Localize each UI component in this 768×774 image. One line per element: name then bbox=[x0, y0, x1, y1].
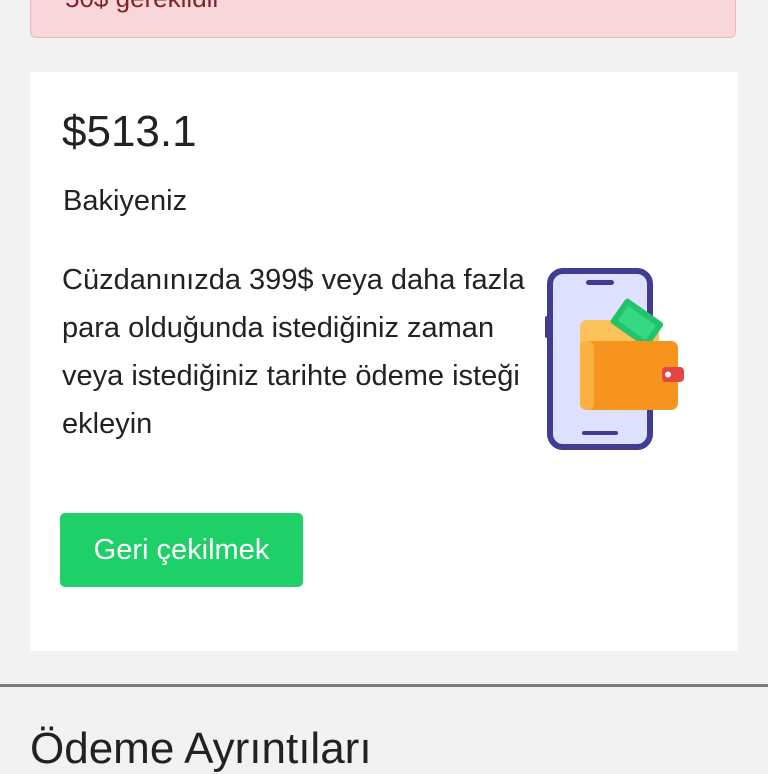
balance-card: $513.1 Bakiyeniz Cüzdanınızda 399$ veya … bbox=[30, 72, 738, 651]
balance-amount: $513.1 bbox=[62, 107, 197, 156]
withdraw-info-text: Cüzdanınızda 399$ veya daha fazla para o… bbox=[62, 264, 525, 440]
withdraw-button[interactable]: Geri çekilmek bbox=[60, 513, 303, 587]
phone-wallet-icon bbox=[545, 268, 684, 450]
error-alert: 50$ gereklidir bbox=[30, 0, 736, 38]
section-divider bbox=[0, 684, 768, 687]
balance-label: Bakiyeniz bbox=[63, 185, 188, 217]
payment-details-title: Ödeme Ayrıntıları bbox=[30, 724, 372, 773]
alert-text: 50$ gereklidir bbox=[65, 0, 221, 13]
